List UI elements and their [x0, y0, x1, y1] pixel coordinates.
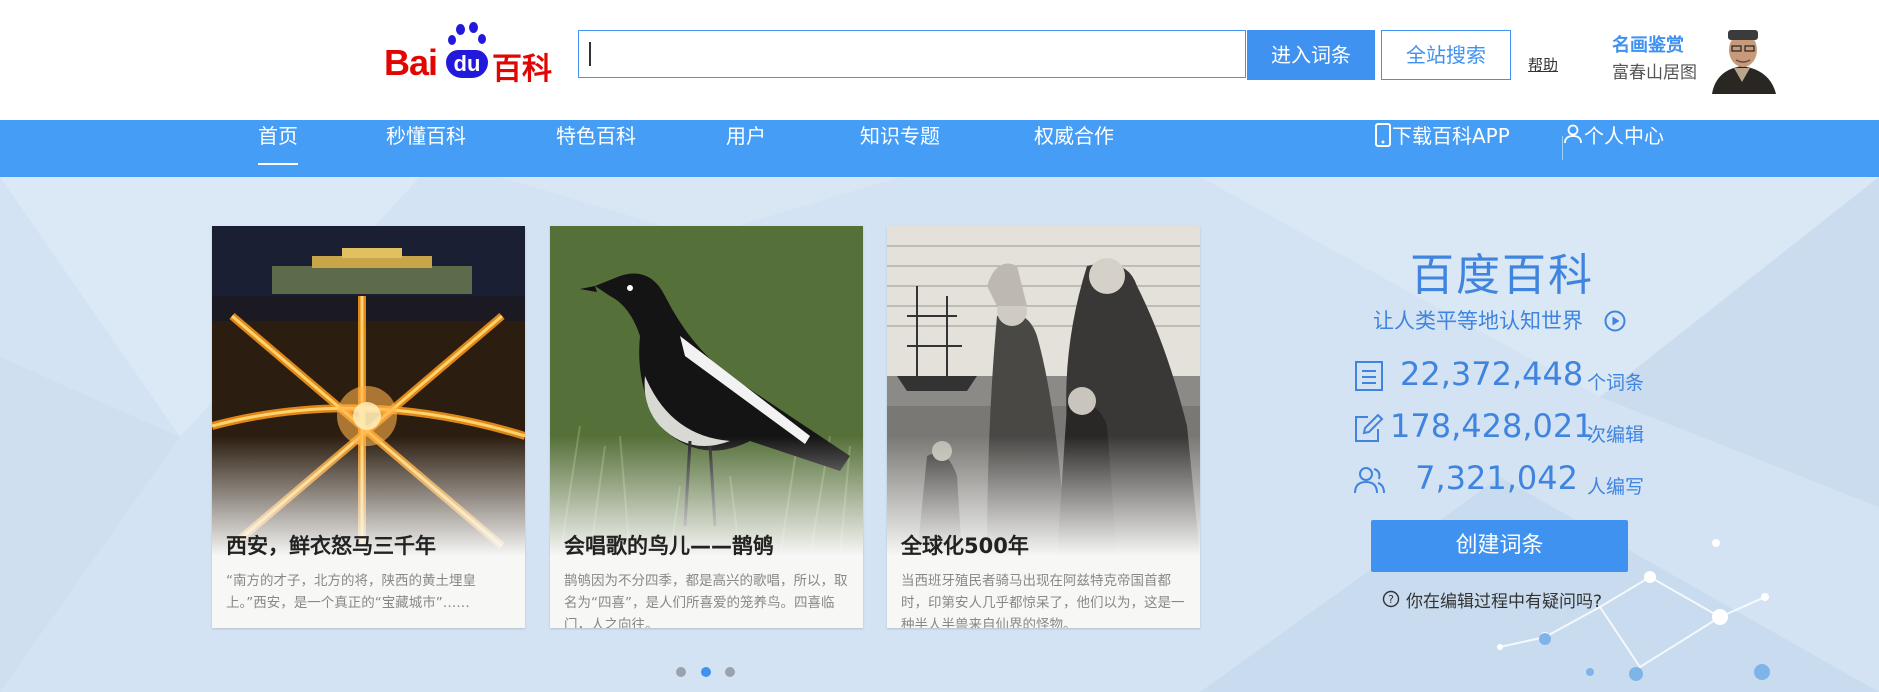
edit-icon: [1355, 413, 1384, 442]
logo-du-text: du: [446, 50, 488, 78]
stat-editors-value: 7,321,042: [1415, 459, 1578, 497]
brand-slogan[interactable]: 让人类平等地认知世界: [1373, 305, 1583, 335]
nav-item-partners[interactable]: 权威合作: [1034, 120, 1114, 177]
stat-edits-unit: 次编辑: [1587, 424, 1645, 446]
promo-title[interactable]: 名画鉴赏: [1612, 31, 1684, 57]
enter-entry-button[interactable]: 进入词条: [1247, 30, 1375, 80]
question-circle-icon[interactable]: ?: [1382, 590, 1400, 608]
feature-card-magpie-robin[interactable]: 会唱歌的鸟儿——鹊鸲 鹊鸲因为不分四季，都是高兴的歌唱，所以，取名为“四喜”，是…: [550, 226, 863, 628]
card-title: 全球化500年: [901, 534, 1029, 558]
help-link[interactable]: 帮助: [1528, 54, 1558, 75]
stat-editors-unit: 人编写: [1587, 476, 1645, 498]
logo-baike-text: 百科: [492, 52, 552, 87]
personal-center-label: 个人中心: [1584, 124, 1664, 148]
carousel-dot[interactable]: [676, 667, 686, 677]
logo-bai-text: Bai: [384, 42, 438, 83]
phone-icon: [1375, 123, 1391, 147]
download-app-label: 下载百科APP: [1392, 124, 1510, 148]
nav-item-topics[interactable]: 知识专题: [860, 120, 940, 177]
carousel-dot[interactable]: [725, 667, 735, 677]
nav-item-home[interactable]: 首页: [258, 120, 298, 177]
site-search-button[interactable]: 全站搜索: [1381, 30, 1511, 80]
logo-paw-dot: [478, 34, 486, 44]
card-description: “南方的才子，北方的将，陕西的黄土埋皇上。”西安，是一个真正的“宝藏城市”……: [226, 573, 476, 611]
users-icon: [1354, 467, 1385, 494]
stat-entries-value: 22,372,448: [1400, 355, 1584, 393]
stat-edits-value: 178,428,021: [1390, 407, 1594, 445]
logo-paw-dot: [456, 24, 465, 35]
nav-item-miaodong[interactable]: 秒懂百科: [386, 120, 466, 177]
carousel-dot-active[interactable]: [701, 667, 711, 677]
hero-section: 西安，鲜衣怒马三千年 “南方的才子，北方的将，陕西的黄土埋皇上。”西安，是一个真…: [0, 177, 1879, 692]
card-title: 会唱歌的鸟儿——鹊鸲: [564, 534, 774, 558]
card-description: 鹊鸲因为不分四季，都是高兴的歌唱，所以，取名为“四喜”，是人们所喜爱的笼养鸟。四…: [564, 573, 848, 628]
nav-item-featured[interactable]: 特色百科: [556, 120, 636, 177]
promo-portrait-image[interactable]: [1706, 22, 1780, 94]
baidu-baike-logo[interactable]: Bai du 百科: [384, 22, 556, 87]
create-entry-button[interactable]: 创建词条: [1371, 520, 1628, 572]
svg-text:?: ?: [1388, 593, 1394, 606]
search-box: [578, 30, 1246, 78]
download-app-link[interactable]: 下载百科APP: [1374, 120, 1510, 177]
feature-card-globalization[interactable]: 全球化500年 当西班牙殖民者骑马出现在阿兹特克帝国首都时，印第安人几乎都惊呆了…: [887, 226, 1200, 628]
play-circle-icon[interactable]: [1604, 310, 1626, 332]
card-description: 当西班牙殖民者骑马出现在阿兹特克帝国首都时，印第安人几乎都惊呆了，他们以为，这是…: [901, 573, 1185, 628]
main-nav: 首页 秒懂百科 特色百科 用户 知识专题 权威合作 下载百科APP 个人中心: [0, 120, 1879, 177]
personal-center-link[interactable]: 个人中心: [1562, 120, 1664, 177]
list-icon: [1355, 361, 1383, 391]
nav-item-users[interactable]: 用户: [726, 120, 766, 177]
header: Bai du 百科 进入词条 全站搜索 帮助 名画鉴赏 富春山居图: [0, 0, 1879, 120]
search-input[interactable]: [579, 31, 1245, 77]
user-icon: [1564, 124, 1582, 144]
feature-card-xian[interactable]: 西安，鲜衣怒马三千年 “南方的才子，北方的将，陕西的黄土埋皇上。”西安，是一个真…: [212, 226, 525, 628]
logo-paw-dot: [469, 22, 478, 33]
logo-paw-dot: [448, 35, 456, 45]
stat-entries-unit: 个词条: [1587, 372, 1645, 394]
text-caret: [589, 42, 591, 66]
card-title: 西安，鲜衣怒马三千年: [226, 534, 436, 558]
faq-link[interactable]: 你在编辑过程中有疑问吗?: [1406, 587, 1602, 612]
promo-subtitle[interactable]: 富春山居图: [1612, 58, 1697, 83]
brand-title: 百度百科: [1410, 250, 1594, 301]
